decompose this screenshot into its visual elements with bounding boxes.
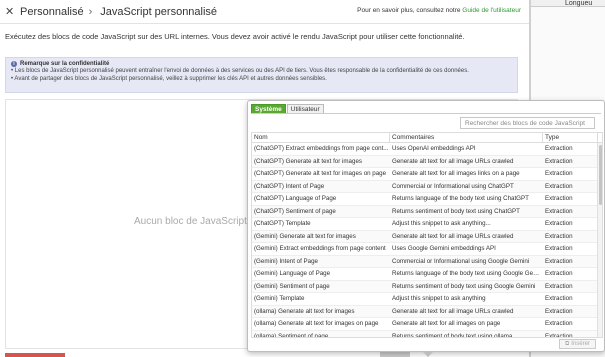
- cell-name: (ollama) Generate alt text for images: [254, 307, 355, 315]
- snippet-search-input[interactable]: [460, 117, 595, 129]
- cell-comment: Returns language of the body text using …: [392, 195, 529, 202]
- cell-name: (ChatGPT) Extract embeddings from page c…: [254, 145, 389, 152]
- add-button[interactable]: [5, 353, 65, 357]
- tab-divider: [251, 113, 601, 114]
- user-guide-link[interactable]: Guide de l'utilisateur: [462, 7, 521, 14]
- scrollbar-thumb[interactable]: [599, 145, 602, 205]
- cell-comment: Commercial or Informational using Google…: [392, 257, 530, 265]
- cell-comment: Generate alt text for all images links o…: [392, 170, 520, 177]
- table-header: Nom Commentaires Type: [252, 133, 602, 143]
- tab-system[interactable]: Système: [251, 104, 286, 113]
- cell-name: (ChatGPT) Intent of Page: [254, 182, 325, 190]
- cell-type: Extraction: [545, 220, 573, 227]
- table-row[interactable]: (ChatGPT) Generate alt text for images o…: [252, 168, 602, 181]
- cell-name: (Gemini) Generate alt text for images: [254, 232, 356, 240]
- privacy-notice: i Remarque sur la confidentialité • Les …: [5, 57, 518, 93]
- snippet-library-popup: Système Utilisateur Nom Commentaires Typ…: [247, 100, 605, 357]
- cell-type: Extraction: [545, 320, 573, 327]
- footer-button[interactable]: [380, 352, 410, 357]
- cell-name: (ChatGPT) Generate alt text for images o…: [254, 170, 387, 177]
- vertical-scrollbar[interactable]: [597, 143, 602, 337]
- table-row[interactable]: (Gemini) Language of Page Returns languag…: [252, 268, 602, 281]
- table-row[interactable]: (Gemini) Intent of Page Commercial or Inf…: [252, 255, 602, 268]
- table-row[interactable]: (ollama) Generate alt text for images Gen…: [252, 305, 602, 318]
- table-row[interactable]: (Gemini) Generate alt text for images Gen…: [252, 230, 602, 243]
- breadcrumb-separator: ›: [88, 5, 93, 18]
- cell-name: (Gemini) Language of Page: [254, 270, 331, 277]
- cell-type: Extraction: [545, 232, 573, 240]
- cell-type: Extraction: [545, 307, 573, 315]
- popup-footer: ⧉ Insérer: [248, 337, 604, 351]
- cell-type: Extraction: [545, 295, 573, 302]
- table-row[interactable]: (ChatGPT) Extract embeddings from page c…: [252, 143, 602, 156]
- cell-comment: Returns sentiment of body text using Goo…: [392, 282, 536, 290]
- cell-name: (ChatGPT) Generate alt text for images: [254, 157, 362, 165]
- table-row[interactable]: (ollama) Generate alt text for images on…: [252, 318, 602, 331]
- table-row[interactable]: (ChatGPT) Template Adjust this snippet to…: [252, 218, 602, 231]
- cell-type: Extraction: [545, 182, 573, 190]
- table-row[interactable]: (ChatGPT) Language of Page Returns langua…: [252, 193, 602, 206]
- cell-name: (ChatGPT) Template: [254, 220, 311, 227]
- cell-type: Extraction: [545, 282, 573, 290]
- cell-comment: Adjust this snippet to ask anything...: [392, 220, 491, 227]
- table-row[interactable]: (ChatGPT) Sentiment of page Returns senti…: [252, 205, 602, 218]
- cell-name: (Gemini) Intent of Page: [254, 257, 318, 265]
- cell-comment: Returns sentiment of body text using Cha…: [392, 207, 520, 215]
- cell-name: (ChatGPT) Language of Page: [254, 195, 337, 202]
- breadcrumb-root[interactable]: Personnalisé: [20, 6, 84, 18]
- cell-comment: Commercial or Informational using ChatGP…: [392, 182, 514, 190]
- snippet-table: Nom Commentaires Type (ChatGPT) Extract …: [251, 132, 603, 338]
- table-row[interactable]: (ChatGPT) Intent of Page Commercial or In…: [252, 180, 602, 193]
- dialog-header: ✕ Personnalisé › JavaScript personnalisé…: [0, 0, 529, 24]
- intro-text: Exécutez des blocs de code JavaScript su…: [5, 32, 465, 41]
- help-prefix: Pour en savoir plus, consultez notre: [357, 7, 463, 14]
- table-row[interactable]: (ChatGPT) Generate alt text for images Ge…: [252, 155, 602, 168]
- column-header-type[interactable]: Type: [543, 133, 598, 142]
- cell-name: (ollama) Generate alt text for images on…: [254, 320, 379, 327]
- tools-icon: ✕: [5, 6, 15, 18]
- cell-name: (ChatGPT) Sentiment of page: [254, 207, 336, 215]
- notice-line: • Avant de partager des blocs de JavaScr…: [11, 76, 327, 82]
- insert-button[interactable]: ⧉ Insérer: [559, 339, 596, 349]
- insert-icon: ⧉: [565, 340, 570, 347]
- popup-pointer: [422, 351, 434, 357]
- cell-comment: Generate alt text for all image URLs cra…: [392, 232, 514, 240]
- cell-comment: Generate alt text for all image URLs cra…: [392, 307, 514, 315]
- cell-comment: Adjust this snippet to ask anything: [392, 295, 486, 302]
- table-row[interactable]: (Gemini) Sentiment of page Returns sentim…: [252, 280, 602, 293]
- cell-type: Extraction: [545, 270, 573, 277]
- cell-type: Extraction: [545, 195, 573, 202]
- library-tabs: Système Utilisateur: [251, 104, 324, 113]
- page-title: JavaScript personnalisé: [100, 5, 218, 18]
- notice-line: • Les blocs de JavaScript personnalisé p…: [11, 68, 469, 74]
- help-text: Pour en savoir plus, consultez notre Gui…: [357, 7, 521, 14]
- column-header-name[interactable]: Nom: [252, 133, 390, 142]
- table-row[interactable]: (Gemini) Extract embeddings from page co…: [252, 243, 602, 256]
- empty-state-text: Aucun bloc de JavaScript: [134, 216, 247, 227]
- cell-comment: Returns language of the body text using …: [392, 270, 543, 277]
- cell-type: Extraction: [545, 207, 573, 215]
- cell-type: Extraction: [545, 145, 573, 152]
- cell-name: (Gemini) Extract embeddings from page co…: [254, 245, 386, 252]
- cell-comment: Uses OpenAI embeddings API: [392, 145, 476, 152]
- cell-type: Extraction: [545, 245, 573, 252]
- cell-comment: Generate alt text for all image URLs cra…: [392, 157, 514, 165]
- cell-comment: Uses Google Gemini embeddings API: [392, 245, 496, 252]
- cell-type: Extraction: [545, 157, 573, 165]
- cell-name: (Gemini) Sentiment of page: [254, 282, 330, 290]
- table-body: (ChatGPT) Extract embeddings from page c…: [252, 143, 602, 337]
- table-row[interactable]: (Gemini) Template Adjust this snippet to …: [252, 293, 602, 306]
- tab-user[interactable]: Utilisateur: [286, 104, 324, 113]
- cell-comment: Generate alt text for all images on page: [392, 320, 501, 327]
- background-column-header[interactable]: Longueu: [531, 0, 605, 7]
- insert-label: Insérer: [571, 341, 590, 347]
- cell-name: (Gemini) Template: [254, 295, 305, 302]
- cell-type: Extraction: [545, 257, 573, 265]
- column-header-comments[interactable]: Commentaires: [390, 133, 543, 142]
- cell-type: Extraction: [545, 170, 573, 177]
